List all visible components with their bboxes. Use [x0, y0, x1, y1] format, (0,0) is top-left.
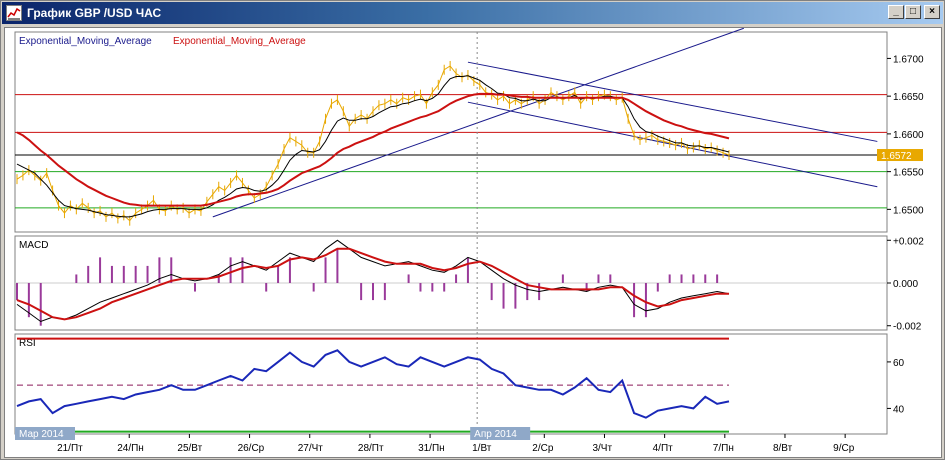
x-tick-label: 4/Пт: [653, 443, 674, 454]
price-tick-label: 1.6550: [893, 168, 924, 179]
ema-fast-legend: Exponential_Moving_Average: [19, 36, 152, 47]
price-tick-label: 1.6600: [893, 130, 924, 141]
price-tick-label: 1.6500: [893, 205, 924, 216]
macd-tick-label: 0.000: [893, 279, 918, 290]
x-tick-label: 21/Пт: [57, 443, 83, 454]
window-title: График GBP /USD ЧАС: [27, 6, 162, 20]
chart-icon: [6, 5, 22, 21]
x-tick-label: 7/Пн: [713, 443, 734, 454]
x-tick-label: 9/Ср: [833, 443, 855, 454]
macd-tick-label: +0.002: [893, 236, 924, 247]
x-tick-label: 24/Пн: [117, 443, 144, 454]
macd-label: MACD: [19, 240, 48, 251]
month-marker-label: Мар 2014: [19, 429, 64, 440]
x-tick-label: 28/Пт: [358, 443, 384, 454]
x-tick-label: 1/Вт: [472, 443, 492, 454]
price-tick-label: 1.6650: [893, 92, 924, 103]
minimize-button[interactable]: _: [888, 5, 904, 19]
macd-tick-label: -0.002: [893, 322, 922, 333]
maximize-button[interactable]: □: [905, 5, 921, 19]
y-axis-ticks: 1.6700 1.6650 1.6600 1.6550 1.6500 +0.002 0.00…: [887, 54, 924, 415]
rsi-tick-label: 60: [893, 358, 905, 369]
title-bar[interactable]: График GBP /USD ЧАС _ □ ×: [2, 2, 943, 24]
x-tick-label: 3/Чт: [592, 443, 612, 454]
x-tick-label: 31/Пн: [418, 443, 445, 454]
x-tick-label: 8/Вт: [773, 443, 793, 454]
x-tick-label: 2/Ср: [532, 443, 554, 454]
price-tick-label: 1.6700: [893, 54, 924, 65]
ema-slow-legend: Exponential_Moving_Average: [173, 36, 306, 47]
chart-canvas[interactable]: Exponential_Moving_Average Exponential_M…: [5, 28, 941, 457]
chart-window: График GBP /USD ЧАС _ □ × Exponential_Mo…: [0, 0, 945, 460]
x-tick-label: 25/Вт: [177, 443, 202, 454]
rsi-panel-frame: [14, 333, 888, 435]
x-tick-label: 26/Ср: [238, 443, 265, 454]
close-button[interactable]: ×: [924, 5, 940, 19]
current-price-label: 1.6572: [881, 151, 912, 162]
rsi-tick-label: 40: [893, 404, 905, 415]
x-tick-label: 27/Чт: [298, 443, 324, 454]
month-marker-label: Апр 2014: [474, 429, 517, 440]
chart-area[interactable]: Exponential_Moving_Average Exponential_M…: [4, 27, 942, 458]
